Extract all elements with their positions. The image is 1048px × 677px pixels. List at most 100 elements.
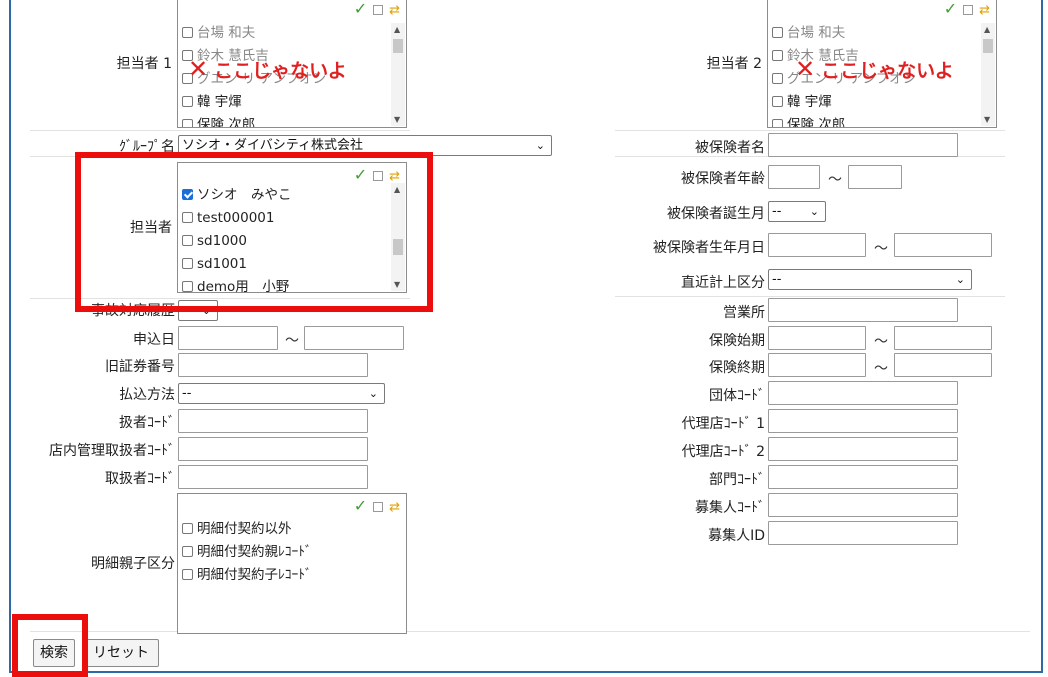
list-item[interactable]: 韓 宇煇	[772, 91, 980, 114]
hihoken-name-label: 被保険者名	[695, 140, 765, 156]
scrollbar[interactable]: ▲ ▼	[391, 23, 405, 126]
boshu-code-label: 募集人ｺｰﾄﾞ	[695, 500, 765, 516]
age-from-input[interactable]	[768, 165, 820, 189]
meisai-label: 明細親子区分	[91, 556, 175, 572]
dairi1-label: 代理店ｺｰﾄﾞ 1	[681, 416, 765, 432]
kyu-input[interactable]	[178, 353, 368, 377]
list-item[interactable]: 台場 和夫	[182, 22, 390, 45]
checkbox[interactable]	[182, 546, 193, 557]
tennai-input[interactable]	[178, 437, 368, 461]
dantai-label: 団体ｺｰﾄﾞ	[709, 388, 765, 404]
tennai-label: 店内管理取扱者ｺｰﾄﾞ	[49, 443, 175, 459]
range-tilde: ～	[874, 241, 888, 257]
checkbox[interactable]	[772, 50, 783, 61]
listbox-tools: ✓ ⇄	[354, 496, 400, 515]
shuki-to-input[interactable]	[894, 353, 992, 377]
tanto2-label: 担当者 2	[706, 56, 762, 72]
toriatsukai-label: 取扱者ｺｰﾄﾞ	[105, 471, 175, 487]
checkbox[interactable]	[182, 119, 193, 127]
chevron-down-icon: ⌄	[535, 139, 545, 152]
range-tilde: ～	[828, 172, 842, 188]
dairi2-label: 代理店ｺｰﾄﾞ 2	[681, 444, 765, 460]
birthmonth-select[interactable]: -- ⌄	[768, 201, 826, 222]
row-divider	[615, 296, 1005, 297]
chokkin-label: 直近計上区分	[681, 275, 765, 291]
birthdate-to-input[interactable]	[894, 233, 992, 257]
warning-text-right: ✕ ここじゃないよ	[795, 55, 954, 83]
swap-icon[interactable]: ⇄	[389, 3, 400, 18]
dantai-input[interactable]	[768, 381, 958, 405]
dairi1-input[interactable]	[768, 409, 958, 433]
warning-text-left: ✕ ここじゃないよ	[188, 55, 347, 83]
list-item[interactable]: 明細付契約子ﾚｺｰﾄﾞ	[182, 564, 402, 587]
checkbox[interactable]	[772, 96, 783, 107]
bumon-input[interactable]	[768, 465, 958, 489]
select-all-icon[interactable]: ✓	[354, 496, 367, 515]
hoken-shiki-label: 保険始期	[709, 333, 765, 349]
tanto1-label: 担当者 1	[116, 56, 172, 72]
chokkin-select[interactable]: -- ⌄	[768, 269, 972, 290]
age-to-input[interactable]	[848, 165, 902, 189]
clear-icon[interactable]	[963, 5, 974, 15]
shuki-from-input[interactable]	[768, 353, 866, 377]
haraikomi-label: 払込方法	[119, 387, 175, 403]
hihoken-name-input[interactable]	[768, 133, 958, 157]
list-item[interactable]: 台場 和夫	[772, 22, 980, 45]
hoken-shuki-label: 保険終期	[709, 360, 765, 376]
checkbox[interactable]	[772, 119, 783, 127]
atsukaisha-label: 扱者ｺｰﾄﾞ	[119, 415, 175, 431]
scrollbar[interactable]: ▲ ▼	[981, 23, 995, 126]
birthdate-from-input[interactable]	[768, 233, 866, 257]
eigyosho-label: 営業所	[723, 305, 765, 321]
chevron-down-icon: ⌄	[368, 387, 378, 400]
reset-button[interactable]: リセット	[83, 639, 159, 667]
listbox-tools: ✓ ⇄	[944, 0, 990, 18]
hihoken-age-label: 被保険者年齢	[681, 171, 765, 187]
highlight-box-search	[12, 614, 88, 677]
eigyosho-input[interactable]	[768, 298, 958, 322]
list-item[interactable]: 保険 次郎	[772, 114, 980, 127]
list-item[interactable]: 明細付契約以外	[182, 518, 402, 541]
clear-icon[interactable]	[373, 5, 384, 15]
swap-icon[interactable]: ⇄	[389, 500, 400, 515]
chevron-down-icon: ⌄	[809, 205, 819, 218]
list-item[interactable]: 明細付契約親ﾚｺｰﾄﾞ	[182, 541, 402, 564]
checkbox[interactable]	[182, 96, 193, 107]
moshikomi-to-input[interactable]	[304, 326, 404, 350]
haraikomi-select[interactable]: -- ⌄	[178, 383, 385, 404]
boshu-id-input[interactable]	[768, 521, 958, 545]
shiki-to-input[interactable]	[894, 326, 992, 350]
boshu-code-input[interactable]	[768, 493, 958, 517]
range-tilde: ～	[874, 334, 888, 350]
kyu-label: 旧証券番号	[105, 359, 175, 375]
checkbox[interactable]	[182, 523, 193, 534]
clear-icon[interactable]	[373, 502, 384, 512]
checkbox[interactable]	[182, 27, 193, 38]
chevron-down-icon: ⌄	[955, 273, 965, 286]
checkbox[interactable]	[772, 73, 783, 84]
range-tilde: ～	[285, 333, 299, 349]
highlight-box-tanto	[75, 152, 433, 312]
swap-icon[interactable]: ⇄	[979, 3, 990, 18]
moshikomi-label: 申込日	[133, 332, 175, 348]
range-tilde: ～	[874, 361, 888, 377]
boshu-id-label: 募集人ID	[708, 528, 765, 544]
list-item[interactable]: 保険 次郎	[182, 114, 390, 127]
meisai-listbox[interactable]: ✓ ⇄ 明細付契約以外 明細付契約親ﾚｺｰﾄﾞ 明細付契約子ﾚｺｰﾄﾞ	[177, 493, 407, 634]
list-item[interactable]: 韓 宇煇	[182, 91, 390, 114]
row-divider	[30, 130, 410, 131]
birthdate-label: 被保険者生年月日	[653, 240, 765, 256]
select-all-icon[interactable]: ✓	[944, 0, 957, 18]
checkbox[interactable]	[182, 569, 193, 580]
toriatsukai-input[interactable]	[178, 465, 368, 489]
shiki-from-input[interactable]	[768, 326, 866, 350]
bumon-label: 部門ｺｰﾄﾞ	[709, 472, 765, 488]
listbox-tools: ✓ ⇄	[354, 0, 400, 18]
birthmonth-label: 被保険者誕生月	[667, 206, 765, 222]
row-divider	[615, 130, 1005, 131]
select-all-icon[interactable]: ✓	[354, 0, 367, 18]
moshikomi-from-input[interactable]	[178, 326, 278, 350]
dairi2-input[interactable]	[768, 437, 958, 461]
atsukaisha-input[interactable]	[178, 409, 368, 433]
checkbox[interactable]	[772, 27, 783, 38]
